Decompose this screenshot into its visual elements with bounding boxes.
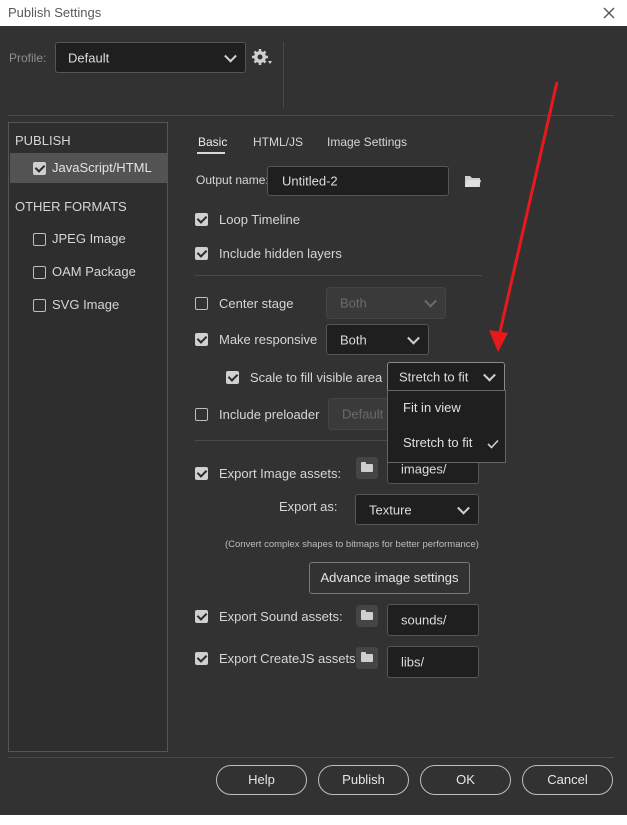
profile-divider [283,42,284,108]
tab-basic-underline [197,152,225,154]
checkmark-icon [487,439,499,449]
export-createjs-assets-checkbox[interactable] [195,652,208,665]
tab-basic[interactable]: Basic [198,135,227,149]
include-hidden-layers-checkbox[interactable] [195,247,208,260]
publish-settings-window: Publish Settings Profile: Default PUBLIS… [0,0,627,825]
header-divider [8,115,614,116]
title-bar: Publish Settings [0,0,627,26]
chevron-down-icon [483,368,496,382]
make-responsive-select[interactable]: Both [326,324,429,355]
javascript-html-checkbox[interactable] [33,162,46,175]
profile-value: Default [68,50,110,65]
advance-image-settings-button[interactable]: Advance image settings [309,562,470,594]
createjs-assets-path: libs/ [401,654,425,670]
publish-button[interactable]: Publish [318,765,409,795]
output-name-label: Output name: [196,173,269,187]
export-image-assets-checkbox[interactable] [195,467,208,480]
other-formats-header: OTHER FORMATS [15,199,127,214]
folder-icon[interactable] [356,605,378,627]
option-fit-in-view[interactable]: Fit in view [388,393,505,423]
center-stage-value: Both [340,295,367,311]
export-createjs-assets-label: Export CreateJS assets: [219,651,360,666]
output-name-value: Untitled-2 [282,173,338,189]
publish-header: PUBLISH [15,133,71,148]
include-preloader-label: Include preloader [219,407,320,422]
profile-select[interactable]: Default [55,42,246,73]
folder-icon[interactable] [464,174,482,188]
export-sound-assets-checkbox[interactable] [195,610,208,623]
loop-timeline-checkbox[interactable] [195,213,208,226]
tab-image-settings[interactable]: Image Settings [327,135,407,149]
include-hidden-layers-label: Include hidden layers [219,246,342,261]
format-sidebar: PUBLISH JavaScript/HTML OTHER FORMATS JP… [8,122,168,752]
export-as-value: Texture [369,502,412,517]
createjs-assets-path-input[interactable]: libs/ [387,646,479,678]
svg-checkbox[interactable] [33,299,46,312]
folder-icon[interactable] [356,457,378,479]
sidebar-item-svg[interactable]: SVG Image [10,291,167,319]
chevron-down-icon [457,501,470,515]
scale-to-fill-select[interactable]: Stretch to fit [387,362,505,392]
cancel-button[interactable]: Cancel [522,765,613,795]
sidebar-item-label: JPEG Image [52,231,126,246]
option-stretch-to-fit[interactable]: Stretch to fit [388,429,505,459]
make-responsive-label: Make responsive [219,332,318,347]
scale-to-fill-checkbox[interactable] [226,371,239,384]
tab-html-js[interactable]: HTML/JS [253,135,303,149]
folder-icon[interactable] [356,647,378,669]
chevron-down-icon [407,331,420,345]
gear-icon[interactable] [251,47,273,67]
export-sound-assets-label: Export Sound assets: [219,609,343,624]
close-icon[interactable] [598,2,620,24]
sidebar-item-label: JavaScript/HTML [52,160,152,175]
output-name-input[interactable]: Untitled-2 [267,166,449,196]
jpeg-checkbox[interactable] [33,233,46,246]
option-label: Fit in view [403,400,461,415]
export-as-select[interactable]: Texture [355,494,479,525]
image-assets-path: images/ [401,461,447,476]
performance-note: (Convert complex shapes to bitmaps for b… [225,539,479,550]
make-responsive-value: Both [340,332,367,347]
include-preloader-value: Default [342,406,384,422]
footer-divider [8,757,614,758]
export-image-assets-label: Export Image assets: [219,466,342,481]
chevron-down-icon [224,49,237,63]
center-stage-checkbox[interactable] [195,297,208,310]
window-title: Publish Settings [8,5,102,20]
oam-checkbox[interactable] [33,266,46,279]
center-stage-select: Both [326,287,446,319]
section-divider [195,275,482,276]
chevron-down-icon [424,294,437,308]
option-label: Stretch to fit [403,435,473,450]
sidebar-item-jpeg[interactable]: JPEG Image [10,225,167,253]
sidebar-item-javascript-html[interactable]: JavaScript/HTML [10,153,167,183]
sidebar-item-label: SVG Image [52,297,120,312]
sidebar-item-oam[interactable]: OAM Package [10,258,167,286]
sidebar-item-label: OAM Package [52,264,136,279]
sound-assets-path: sounds/ [401,612,447,628]
center-stage-label: Center stage [219,296,294,311]
loop-timeline-label: Loop Timeline [219,212,300,227]
scale-to-fill-value: Stretch to fit [399,369,469,385]
scale-options-popup: Fit in view Stretch to fit [387,390,506,463]
make-responsive-checkbox[interactable] [195,333,208,346]
profile-label: Profile: [9,51,47,65]
scale-to-fill-label: Scale to fill visible area [250,370,383,385]
sound-assets-path-input[interactable]: sounds/ [387,604,479,636]
export-as-label: Export as: [279,499,338,514]
ok-button[interactable]: OK [420,765,511,795]
include-preloader-checkbox[interactable] [195,408,208,421]
dialog-body: Profile: Default PUBLISH JavaScript/HTML… [0,26,627,815]
help-button[interactable]: Help [216,765,307,795]
